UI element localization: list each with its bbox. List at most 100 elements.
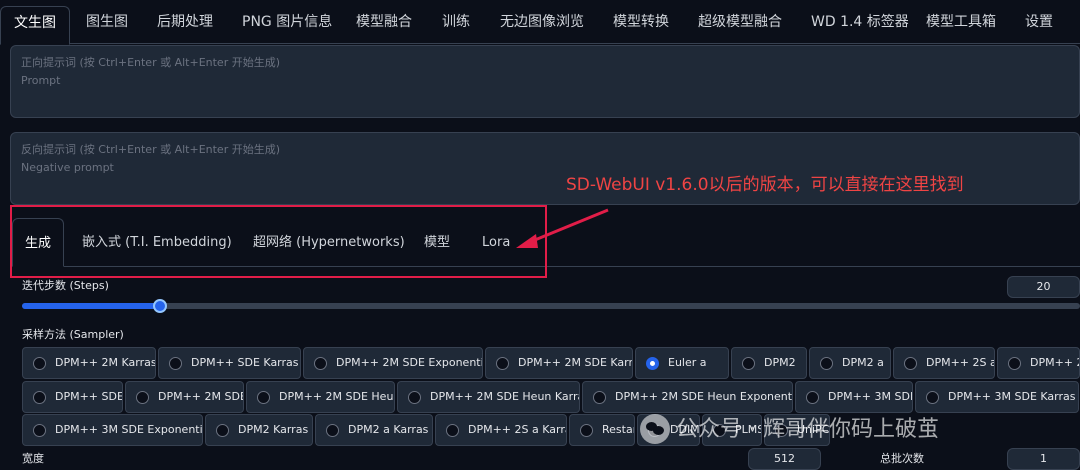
tab-png-info[interactable]: PNG 图片信息	[242, 0, 332, 44]
radio-icon	[33, 357, 46, 370]
sampler-option-label: DPM2	[764, 356, 796, 369]
sampler-option[interactable]: DPM++ 2S a	[893, 347, 995, 379]
tab-infinite-image-browsing[interactable]: 无边图像浏览	[500, 0, 584, 44]
sampler-option[interactable]: UniPC	[764, 414, 830, 446]
steps-slider-fill	[22, 303, 160, 309]
sampler-option-label: DPM++ 2M SDE Heun Exponential	[615, 390, 793, 403]
sampler-option-label: DPM++ 2M	[1030, 356, 1079, 369]
sampler-option[interactable]: PLMS	[702, 414, 762, 446]
sampler-option[interactable]: DPM++ 2M SDE Karras	[485, 347, 633, 379]
sampler-option[interactable]: Restart	[569, 414, 635, 446]
radio-icon	[314, 357, 327, 370]
sampler-option-label: DPM++ 3M SDE Exponential	[55, 423, 203, 436]
sampler-label: 采样方法 (Sampler)	[22, 328, 124, 341]
radio-icon	[742, 357, 755, 370]
sampler-option[interactable]: DPM++ 2S a Karras	[435, 414, 567, 446]
sampler-option[interactable]: DPM++ SDE	[22, 381, 123, 413]
sampler-option-label: DPM++ SDE	[55, 390, 123, 403]
sampler-option[interactable]: DPM2 a	[809, 347, 891, 379]
sampler-option-label: DPM++ SDE Karras	[191, 356, 299, 369]
batch-count-label: 总批次数	[880, 452, 924, 465]
sampler-option[interactable]: Euler a	[635, 347, 729, 379]
tab-wd-tagger[interactable]: WD 1.4 标签器	[811, 0, 909, 44]
sampler-option-label: DPM++ 2M SDE	[158, 390, 244, 403]
radio-icon	[820, 357, 833, 370]
sampler-option[interactable]: DPM++ SDE Karras	[158, 347, 301, 379]
sampler-option[interactable]: DPM++ 2M SDE Exponential	[303, 347, 483, 379]
radio-icon	[926, 391, 939, 404]
main-tab-bar: 文生图 图生图 后期处理 PNG 图片信息 模型融合 训练 无边图像浏览 模型转…	[0, 0, 1080, 45]
sampler-option[interactable]: DPM++ 2M	[997, 347, 1080, 379]
sampler-option[interactable]: DPM2	[731, 347, 807, 379]
sampler-option-label: DPM2 a Karras	[348, 423, 429, 436]
radio-icon	[646, 357, 659, 370]
tab-train[interactable]: 训练	[442, 0, 470, 44]
radio-icon	[496, 357, 509, 370]
subtab-generation[interactable]: 生成	[12, 218, 65, 267]
sampler-option[interactable]: DPM++ 2M SDE Heun Exponential	[582, 381, 793, 413]
steps-slider-handle[interactable]	[152, 299, 167, 313]
sampler-option-label: Restart	[602, 423, 634, 436]
sampler-option[interactable]: DDIM	[637, 414, 700, 446]
sampler-option-label: DPM2 a	[842, 356, 884, 369]
radio-icon	[648, 424, 661, 437]
subtab-lora[interactable]: Lora	[482, 218, 510, 267]
tab-model-merge[interactable]: 模型融合	[356, 0, 412, 44]
radio-icon	[775, 424, 788, 437]
prompt-placeholder: Prompt	[21, 74, 61, 87]
tab-model-toolkit[interactable]: 模型工具箱	[926, 0, 996, 44]
subtab-checkpoints[interactable]: 模型	[424, 218, 450, 267]
radio-icon	[580, 424, 593, 437]
radio-icon	[326, 424, 339, 437]
steps-number-input[interactable]: 20	[1007, 276, 1080, 298]
tab-settings[interactable]: 设置	[1025, 0, 1053, 44]
prompt-input[interactable]: 正向提示词 (按 Ctrl+Enter 或 Alt+Enter 开始生成) Pr…	[10, 45, 1080, 118]
radio-icon	[216, 424, 229, 437]
subtab-textual-inversion[interactable]: 嵌入式 (T.I. Embedding)	[82, 218, 232, 267]
sampler-option-label: DPM++ 2M SDE Karras	[518, 356, 633, 369]
radio-icon	[408, 391, 421, 404]
tab-img2img[interactable]: 图生图	[86, 0, 128, 44]
sampler-option-label: DPM++ 2S a	[926, 356, 995, 369]
batch-count-number-input[interactable]: 1	[1007, 448, 1080, 470]
radio-icon	[136, 391, 149, 404]
sampler-option-label: DPM++ 2M Karras	[55, 356, 156, 369]
radio-icon	[806, 391, 819, 404]
annotation-text: SD-WebUI v1.6.0以后的版本，可以直接在这里找到	[566, 175, 964, 195]
sampler-option-label: DPM++ 3M SDE Karras	[948, 390, 1076, 403]
negative-prompt-hint: 反向提示词 (按 Ctrl+Enter 或 Alt+Enter 开始生成)	[21, 143, 281, 156]
tab-model-converter[interactable]: 模型转换	[613, 0, 669, 44]
sampler-option[interactable]: DPM++ 2M SDE Heun	[246, 381, 395, 413]
sampler-option[interactable]: DPM2 Karras	[205, 414, 313, 446]
radio-icon	[904, 357, 917, 370]
sampler-option-label: DPM++ 2M SDE Heun	[279, 390, 395, 403]
sampler-option-label: UniPC	[797, 423, 830, 436]
sampler-option-label: DPM++ 2M SDE Heun Karras	[430, 390, 580, 403]
sampler-option[interactable]: DPM++ 3M SDE	[795, 381, 913, 413]
subtab-hypernetworks[interactable]: 超网络 (Hypernetworks)	[253, 218, 405, 267]
radio-icon	[33, 424, 46, 437]
tab-extras[interactable]: 后期处理	[157, 0, 213, 44]
radio-icon	[1008, 357, 1021, 370]
sampler-option[interactable]: DPM++ 3M SDE Karras	[915, 381, 1079, 413]
sampler-option-label: DPM2 Karras	[238, 423, 309, 436]
tab-super-merger[interactable]: 超级模型融合	[698, 0, 782, 44]
sampler-option-label: Euler a	[668, 356, 707, 369]
width-number-input[interactable]: 512	[748, 448, 821, 470]
radio-icon	[33, 391, 46, 404]
radio-icon	[593, 391, 606, 404]
sampler-option[interactable]: DPM++ 3M SDE Exponential	[22, 414, 203, 446]
sampler-option[interactable]: DPM++ 2M SDE Heun Karras	[397, 381, 580, 413]
radio-icon	[169, 357, 182, 370]
steps-slider[interactable]	[22, 299, 1080, 313]
sampler-option[interactable]: DPM2 a Karras	[315, 414, 433, 446]
sampler-option[interactable]: DPM++ 2M Karras	[22, 347, 156, 379]
prompt-hint: 正向提示词 (按 Ctrl+Enter 或 Alt+Enter 开始生成)	[21, 56, 281, 69]
radio-icon	[257, 391, 270, 404]
sampler-option-label: DDIM	[670, 423, 700, 436]
sampler-option[interactable]: DPM++ 2M SDE	[125, 381, 244, 413]
sampler-option-label: DPM++ 3M SDE	[828, 390, 913, 403]
radio-icon	[713, 424, 726, 437]
tab-txt2img[interactable]: 文生图	[0, 6, 70, 45]
sampler-option-label: PLMS	[735, 423, 762, 436]
